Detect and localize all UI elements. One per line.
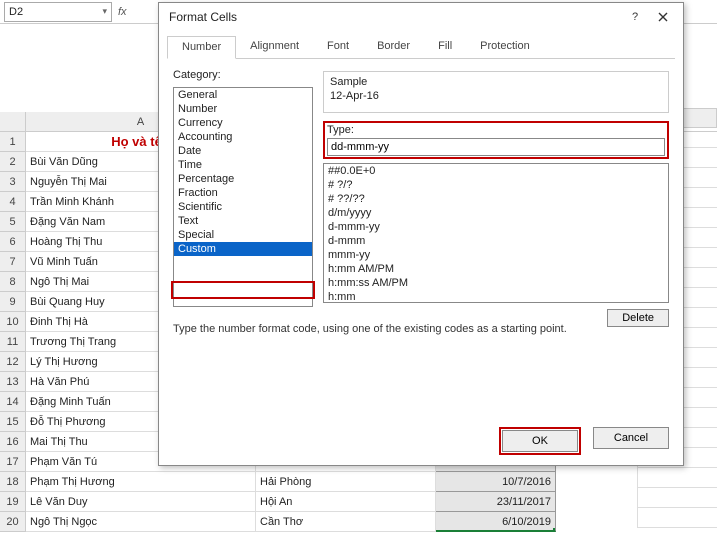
category-item[interactable]: General [174,88,312,102]
format-code-item[interactable]: h:mm [324,290,668,303]
row-header[interactable]: 12 [0,352,26,372]
close-icon [658,12,668,22]
format-code-item[interactable]: h:mm:ss AM/PM [324,276,668,290]
row-header[interactable]: 9 [0,292,26,312]
category-item[interactable]: Custom [174,242,312,256]
category-item[interactable]: Accounting [174,130,312,144]
format-code-item[interactable]: mmm-yy [324,248,668,262]
dialog-tabs: NumberAlignmentFontBorderFillProtection [167,35,675,59]
cell[interactable] [637,468,717,488]
hint-text: Type the number format code, using one o… [173,323,669,335]
tab-fill[interactable]: Fill [424,36,466,59]
cell[interactable]: Lê Văn Duy [26,492,256,512]
tab-border[interactable]: Border [363,36,424,59]
name-box[interactable]: D2 ▾ [4,2,112,22]
fx-area: fx [118,6,127,18]
cell[interactable]: Ngô Thị Ngọc [26,512,256,532]
number-tab-panel: Sample 12-Apr-16 Type: ##0.0E+0# ?/?# ??… [323,69,669,327]
format-code-item[interactable]: d-mmm [324,234,668,248]
cancel-button[interactable]: Cancel [593,427,669,449]
chevron-down-icon: ▾ [102,6,107,17]
dialog-title: Format Cells [169,10,621,24]
row-header[interactable]: 5 [0,212,26,232]
category-item[interactable]: Special [174,228,312,242]
table-row: 18Phạm Thị HươngHải Phòng10/7/2016 [0,472,717,492]
name-box-value: D2 [9,6,23,18]
row-header[interactable]: 17 [0,452,26,472]
cell[interactable]: Hải Phòng [256,472,436,492]
cell[interactable] [637,488,717,508]
row-header[interactable]: 4 [0,192,26,212]
row-header[interactable]: 16 [0,432,26,452]
category-item[interactable]: Text [174,214,312,228]
format-code-item[interactable]: d/m/yyyy [324,206,668,220]
cell[interactable]: Hội An [256,492,436,512]
row-header[interactable]: 14 [0,392,26,412]
format-code-item[interactable]: # ?/? [324,178,668,192]
format-cells-dialog: Format Cells ? NumberAlignmentFontBorder… [158,2,684,466]
row-header[interactable]: 3 [0,172,26,192]
select-all-corner[interactable] [0,112,26,131]
type-section: Type: ##0.0E+0# ?/?# ??/??d/m/yyyyd-mmm-… [323,121,669,327]
tab-alignment[interactable]: Alignment [236,36,313,59]
row-header[interactable]: 18 [0,472,26,492]
category-item[interactable]: Percentage [174,172,312,186]
row-header[interactable]: 19 [0,492,26,512]
format-code-item[interactable]: h:mm AM/PM [324,262,668,276]
help-button[interactable]: ? [621,6,649,28]
category-item[interactable]: Date [174,144,312,158]
format-code-item[interactable]: # ??/?? [324,192,668,206]
cell-selected[interactable]: 23/11/2017 [436,492,556,512]
category-list[interactable]: GeneralNumberCurrencyAccountingDateTimeP… [173,87,313,307]
row-header[interactable]: 2 [0,152,26,172]
cell-selected[interactable]: 10/7/2016 [436,472,556,492]
category-item[interactable]: Scientific [174,200,312,214]
format-code-item[interactable]: d-mmm-yy [324,220,668,234]
row-header[interactable]: 7 [0,252,26,272]
tab-font[interactable]: Font [313,36,363,59]
dialog-body: Category: GeneralNumberCurrencyAccountin… [159,59,683,423]
ok-button[interactable]: OK [502,430,578,452]
category-item[interactable]: Time [174,158,312,172]
sample-box: Sample 12-Apr-16 [323,71,669,113]
highlight-type: Type: [323,121,669,159]
sample-label: Sample [330,76,662,88]
row-header[interactable]: 20 [0,512,26,532]
dialog-buttons: OK Cancel [499,427,669,455]
row-header[interactable]: 10 [0,312,26,332]
sample-value: 12-Apr-16 [330,90,662,102]
format-code-item[interactable]: ##0.0E+0 [324,164,668,178]
table-row: 20Ngô Thị NgọcCần Thơ6/10/2019 [0,512,717,532]
row-header[interactable]: 11 [0,332,26,352]
category-item[interactable]: Fraction [174,186,312,200]
row-header[interactable]: 8 [0,272,26,292]
fx-label: fx [118,6,127,18]
cell[interactable]: Phạm Thị Hương [26,472,256,492]
category-item[interactable]: Number [174,102,312,116]
close-button[interactable] [649,6,677,28]
row-header[interactable]: 1 [0,132,26,152]
format-code-list[interactable]: ##0.0E+0# ?/?# ??/??d/m/yyyyd-mmm-yyd-mm… [323,163,669,303]
table-row: 19Lê Văn DuyHội An23/11/2017 [0,492,717,512]
type-input[interactable] [327,138,665,156]
cell-selected[interactable]: 6/10/2019 [436,512,556,532]
row-header[interactable]: 6 [0,232,26,252]
type-label: Type: [327,124,665,136]
cell[interactable]: Cần Thơ [256,512,436,532]
tab-number[interactable]: Number [167,36,236,59]
tab-protection[interactable]: Protection [466,36,544,59]
dialog-titlebar: Format Cells ? [159,3,683,31]
row-header[interactable]: 15 [0,412,26,432]
cell[interactable] [637,508,717,528]
row-header[interactable]: 13 [0,372,26,392]
category-item[interactable]: Currency [174,116,312,130]
highlight-ok: OK [499,427,581,455]
